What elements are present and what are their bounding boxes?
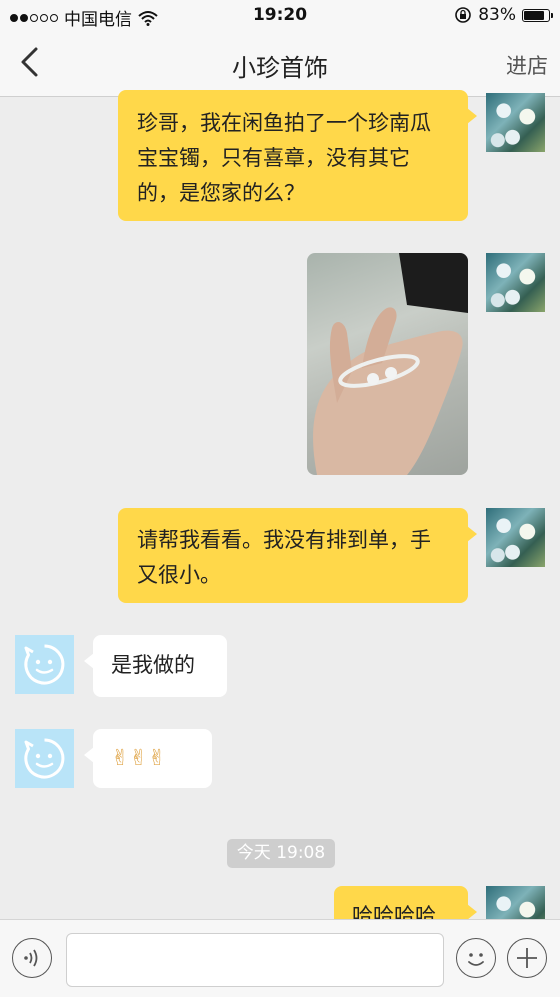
message-bubble-other[interactable]: 是我做的 — [84, 635, 227, 697]
message-bubble-other[interactable]: ✌✌✌ — [84, 729, 212, 788]
chat-title: 小珍首饰 — [232, 54, 328, 82]
timestamp-label: 今天 19:08 — [227, 839, 335, 868]
shop-avatar[interactable] — [15, 729, 74, 788]
voice-button[interactable] — [12, 938, 52, 978]
victory-hand-emoji: ✌✌✌ — [111, 746, 167, 771]
emoji-button[interactable] — [456, 938, 496, 978]
voice-icon — [24, 949, 38, 967]
shop-avatar[interactable] — [15, 635, 74, 694]
battery-icon — [522, 8, 553, 22]
battery-group: 83% — [454, 5, 553, 25]
plus-icon — [517, 948, 537, 968]
status-bar: 中国电信 19:20 83% — [0, 0, 560, 30]
battery-percent: 83% — [478, 5, 516, 25]
photo-content — [313, 253, 468, 475]
emoji-icon — [468, 953, 484, 966]
message-bubble-own[interactable]: 珍哥，我在闲鱼拍了一个珍南瓜宝宝镯，只有喜章，没有其它的，是您家的么？ — [118, 90, 477, 221]
more-button[interactable] — [507, 938, 547, 978]
own-avatar[interactable] — [486, 253, 545, 312]
message-input[interactable] — [66, 933, 444, 987]
nav-bar: 小珍首饰 进店 — [0, 30, 560, 97]
own-avatar[interactable] — [486, 93, 545, 152]
message-bubble-own[interactable]: 请帮我看看。我没有排到单，手又很小。 — [118, 508, 477, 603]
message-text: 珍哥，我在闲鱼拍了一个珍南瓜宝宝镯，只有喜章，没有其它的，是您家的么？ — [137, 111, 431, 205]
smiley-avatar-icon — [24, 738, 65, 779]
input-bar — [0, 919, 560, 997]
message-image[interactable] — [307, 253, 468, 475]
enter-store-button[interactable]: 进店 — [506, 50, 548, 80]
rotation-lock-icon — [455, 7, 472, 23]
message-text: 请帮我看看。我没有排到单，手又很小。 — [137, 528, 431, 587]
message-text: 是我做的 — [111, 653, 195, 677]
own-avatar[interactable] — [486, 508, 545, 567]
smiley-avatar-icon — [24, 644, 65, 685]
